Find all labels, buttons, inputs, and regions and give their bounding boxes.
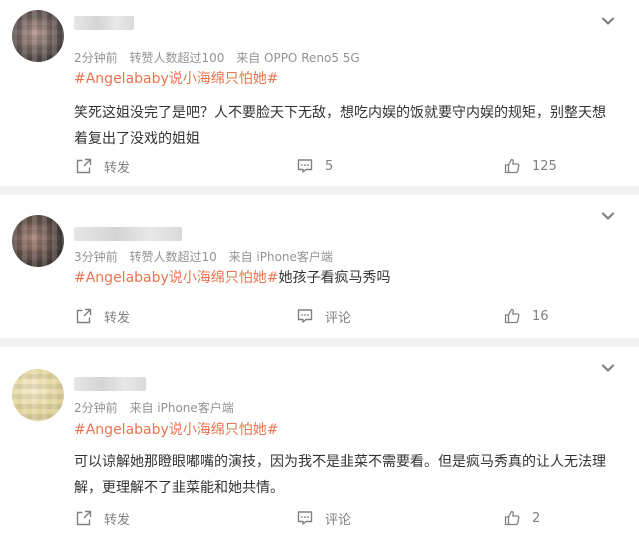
comment-body: #Angelababy说小海绵只怕她# 笑死这姐没完了是吧？人不要脸天下无敌，想…: [74, 66, 619, 152]
action-bar: 转发 5 125: [0, 156, 639, 176]
comment-body: #Angelababy说小海绵只怕她# 可以谅解她那瞪眼嘟嘴的演技，因为我不是韭…: [74, 417, 619, 501]
comment-button[interactable]: 评论: [297, 508, 351, 528]
repost-label: 转发: [104, 310, 131, 326]
avatar[interactable]: [12, 215, 64, 267]
username-blurred[interactable]: [74, 16, 134, 30]
chevron-down-icon[interactable]: [601, 361, 615, 375]
comment-card: 2分钟前 来自 iPhone客户端 #Angelababy说小海绵只怕她# 可以…: [0, 347, 639, 538]
comment-source: 来自 iPhone客户端: [129, 401, 234, 415]
comment-source: 来自 OPPO Reno5 5G: [236, 51, 360, 65]
chevron-down-icon[interactable]: [601, 209, 615, 223]
comment-icon: [297, 511, 313, 525]
comment-button[interactable]: 5: [297, 156, 333, 176]
repost-label: 转发: [104, 160, 131, 176]
comment-count: 评论: [325, 310, 352, 326]
repost-icon: [76, 510, 92, 526]
like-button[interactable]: 125: [504, 156, 557, 176]
comment-icon: [297, 159, 313, 173]
action-bar: 转发 评论 2: [0, 508, 639, 528]
likes-info: 转赞人数超过100: [129, 51, 225, 65]
hashtag-link[interactable]: #Angelababy说小海绵只怕她#: [74, 417, 619, 443]
comment-meta: 2分钟前 转赞人数超过100 来自 OPPO Reno5 5G: [74, 49, 368, 66]
thumbs-up-icon: [504, 308, 520, 324]
comment-count: 评论: [325, 512, 352, 528]
repost-button[interactable]: 转发: [76, 306, 130, 326]
repost-button[interactable]: 转发: [76, 508, 130, 528]
comment-source: 来自 iPhone客户端: [228, 250, 333, 264]
avatar[interactable]: [12, 10, 64, 62]
comment-meta: 2分钟前 来自 iPhone客户端: [74, 399, 242, 416]
comment-icon: [297, 309, 313, 323]
comment-card: 3分钟前 转赞人数超过10 来自 iPhone客户端 #Angelababy说小…: [0, 195, 639, 338]
comment-meta: 3分钟前 转赞人数超过10 来自 iPhone客户端: [74, 248, 341, 265]
username-blurred[interactable]: [74, 227, 182, 241]
avatar[interactable]: [12, 369, 64, 421]
comment-time: 2分钟前: [74, 401, 118, 415]
thumbs-up-icon: [504, 510, 520, 526]
comment-text: 她孩子看疯马秀吗: [278, 270, 391, 286]
repost-icon: [76, 308, 92, 324]
hashtag-link[interactable]: #Angelababy说小海绵只怕她#: [74, 66, 619, 92]
comment-text: 笑死这姐没完了是吧？人不要脸天下无敌，想吃内娱的饭就要守内娱的规矩，别整天想着复…: [74, 105, 606, 147]
thumbs-up-icon: [504, 158, 520, 174]
comment-feed: 2分钟前 转赞人数超过100 来自 OPPO Reno5 5G #Angelab…: [0, 0, 639, 538]
repost-label: 转发: [104, 512, 131, 528]
like-count: 125: [532, 158, 557, 174]
repost-icon: [76, 158, 92, 174]
username-blurred[interactable]: [74, 377, 146, 391]
comment-text: 可以谅解她那瞪眼嘟嘴的演技，因为我不是韭菜不需要看。但是疯马秀真的让人无法理解，…: [74, 454, 606, 496]
likes-info: 转赞人数超过10: [129, 250, 217, 264]
like-count: 2: [532, 510, 541, 526]
like-button[interactable]: 2: [504, 508, 540, 528]
comment-card: 2分钟前 转赞人数超过100 来自 OPPO Reno5 5G #Angelab…: [0, 0, 639, 186]
comment-button[interactable]: 评论: [297, 306, 351, 326]
chevron-down-icon[interactable]: [601, 14, 615, 28]
like-button[interactable]: 16: [504, 306, 549, 326]
action-bar: 转发 评论 16: [0, 306, 639, 326]
hashtag-link[interactable]: #Angelababy说小海绵只怕她#: [74, 270, 279, 286]
comment-time: 3分钟前: [74, 250, 118, 264]
repost-button[interactable]: 转发: [76, 156, 130, 176]
comment-time: 2分钟前: [74, 51, 118, 65]
like-count: 16: [532, 308, 549, 324]
comment-count: 5: [325, 158, 334, 174]
comment-body: #Angelababy说小海绵只怕她#她孩子看疯马秀吗: [74, 265, 619, 291]
